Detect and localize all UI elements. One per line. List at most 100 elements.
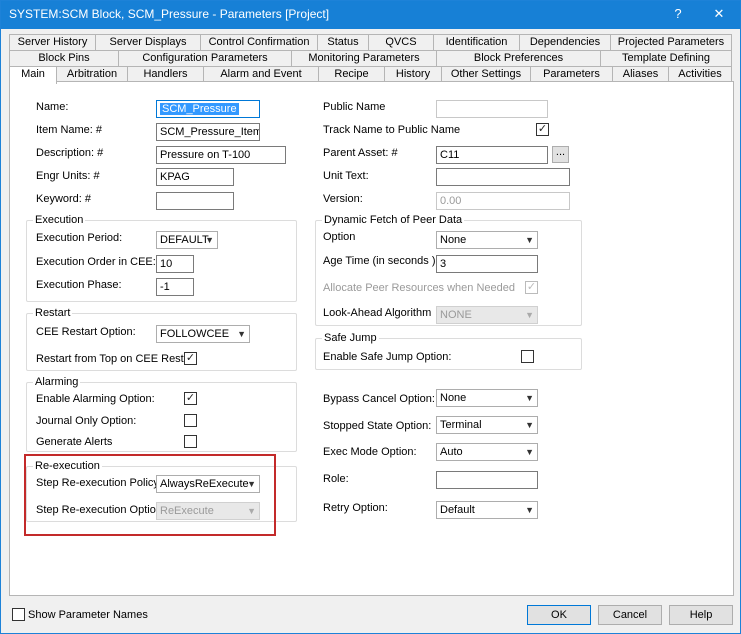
tab-row-1: Server History Server Displays Control C… bbox=[9, 34, 734, 50]
tab-arbitration[interactable]: Arbitration bbox=[56, 66, 128, 82]
tab-server-history[interactable]: Server History bbox=[9, 34, 96, 50]
tab-history[interactable]: History bbox=[384, 66, 442, 82]
restart-group-title: Restart bbox=[33, 307, 73, 319]
keyword-label: Keyword: # bbox=[36, 193, 92, 205]
tab-status[interactable]: Status bbox=[317, 34, 369, 50]
item-name-field[interactable]: SCM_Pressure_Item bbox=[156, 123, 260, 141]
chevron-down-icon: ▼ bbox=[205, 235, 214, 245]
cee-restart-value: FOLLOWCEE bbox=[160, 328, 230, 340]
title-bar: SYSTEM:SCM Block, SCM_Pressure - Paramet… bbox=[1, 1, 740, 29]
track-name-label: Track Name to Public Name bbox=[323, 124, 461, 136]
show-parameter-names-checkbox[interactable] bbox=[12, 608, 25, 621]
public-name-field[interactable] bbox=[436, 100, 548, 118]
close-icon[interactable]: ✕ bbox=[702, 3, 736, 25]
execution-period-value: DEFAULT bbox=[160, 234, 209, 246]
stopped-state-value: Terminal bbox=[440, 419, 482, 431]
tab-control-confirmation[interactable]: Control Confirmation bbox=[200, 34, 318, 50]
execution-phase-label: Execution Phase: bbox=[36, 279, 122, 291]
tab-server-displays[interactable]: Server Displays bbox=[95, 34, 201, 50]
execution-period-label: Execution Period: bbox=[36, 232, 123, 244]
parameters-dialog: SYSTEM:SCM Block, SCM_Pressure - Paramet… bbox=[0, 0, 741, 634]
lookahead-dropdown: NONE ▼ bbox=[436, 306, 538, 324]
keyword-field[interactable] bbox=[156, 192, 234, 210]
tab-handlers[interactable]: Handlers bbox=[127, 66, 204, 82]
chevron-down-icon: ▼ bbox=[237, 329, 246, 339]
tab-other-settings[interactable]: Other Settings bbox=[441, 66, 531, 82]
restart-from-top-checkbox[interactable]: ✓ bbox=[184, 352, 197, 365]
name-value: SCM_Pressure bbox=[160, 103, 239, 115]
retry-option-value: Default bbox=[440, 504, 475, 516]
role-label: Role: bbox=[323, 473, 349, 485]
name-field[interactable]: SCM_Pressure bbox=[156, 100, 260, 118]
stopped-state-dropdown[interactable]: Terminal ▼ bbox=[436, 416, 538, 434]
exec-mode-label: Exec Mode Option: bbox=[323, 446, 417, 458]
tab-aliases[interactable]: Aliases bbox=[612, 66, 669, 82]
execution-phase-field[interactable]: -1 bbox=[156, 278, 194, 296]
tab-template-defining[interactable]: Template Defining bbox=[600, 50, 732, 66]
help-button[interactable]: Help bbox=[669, 605, 733, 625]
description-label: Description: # bbox=[36, 147, 104, 159]
tab-monitoring-parameters[interactable]: Monitoring Parameters bbox=[291, 50, 437, 66]
safe-jump-group-title: Safe Jump bbox=[322, 332, 379, 344]
execution-period-dropdown[interactable]: DEFAULT ▼ bbox=[156, 231, 218, 249]
bypass-cancel-dropdown[interactable]: None ▼ bbox=[436, 389, 538, 407]
help-title-button[interactable]: ? bbox=[661, 3, 695, 25]
execution-order-field[interactable]: 10 bbox=[156, 255, 194, 273]
restart-from-top-label: Restart from Top on CEE Restart bbox=[36, 353, 197, 365]
tab-block-preferences[interactable]: Block Preferences bbox=[436, 50, 601, 66]
tab-projected-parameters[interactable]: Projected Parameters bbox=[610, 34, 732, 50]
generate-alerts-label: Generate Alerts bbox=[36, 436, 113, 448]
highlight-annotation bbox=[24, 454, 276, 536]
ok-button[interactable]: OK bbox=[527, 605, 591, 625]
description-field[interactable]: Pressure on T-100 bbox=[156, 146, 286, 164]
tab-row-3: Main Arbitration Handlers Alarm and Even… bbox=[9, 66, 734, 84]
show-parameter-names-label: Show Parameter Names bbox=[28, 609, 148, 621]
journal-only-label: Journal Only Option: bbox=[36, 415, 137, 427]
tab-alarm-and-event[interactable]: Alarm and Event bbox=[203, 66, 319, 82]
exec-mode-dropdown[interactable]: Auto ▼ bbox=[436, 443, 538, 461]
item-name-label: Item Name: # bbox=[36, 124, 103, 136]
safe-jump-checkbox[interactable] bbox=[521, 350, 534, 363]
lookahead-label: Look-Ahead Algorithm bbox=[323, 307, 432, 319]
journal-only-checkbox[interactable] bbox=[184, 414, 197, 427]
cancel-button[interactable]: Cancel bbox=[598, 605, 662, 625]
tab-main[interactable]: Main bbox=[9, 66, 57, 84]
parent-asset-label: Parent Asset: # bbox=[323, 147, 398, 159]
public-name-label: Public Name bbox=[323, 101, 386, 113]
name-label: Name: bbox=[36, 101, 69, 113]
tab-identification[interactable]: Identification bbox=[433, 34, 520, 50]
tab-configuration-parameters[interactable]: Configuration Parameters bbox=[118, 50, 292, 66]
cee-restart-dropdown[interactable]: FOLLOWCEE ▼ bbox=[156, 325, 250, 343]
parent-asset-browse-button[interactable]: ... bbox=[552, 146, 569, 163]
lookahead-value: NONE bbox=[440, 309, 472, 321]
age-time-field[interactable]: 3 bbox=[436, 255, 538, 273]
role-field[interactable] bbox=[436, 471, 538, 489]
tab-activities[interactable]: Activities bbox=[668, 66, 732, 82]
enable-alarming-label: Enable Alarming Option: bbox=[36, 393, 155, 405]
engr-units-field[interactable]: KPAG bbox=[156, 168, 234, 186]
generate-alerts-checkbox[interactable] bbox=[184, 435, 197, 448]
chevron-down-icon: ▼ bbox=[525, 420, 534, 430]
engr-units-label: Engr Units: # bbox=[36, 170, 100, 182]
parent-asset-field[interactable]: C11 bbox=[436, 146, 548, 164]
cee-restart-label: CEE Restart Option: bbox=[36, 326, 136, 338]
tab-block-pins[interactable]: Block Pins bbox=[9, 50, 119, 66]
execution-order-label: Execution Order in CEE: bbox=[36, 256, 156, 268]
peer-option-label: Option bbox=[323, 231, 356, 243]
peer-data-group-title: Dynamic Fetch of Peer Data bbox=[322, 214, 465, 226]
tab-qvcs[interactable]: QVCS bbox=[368, 34, 434, 50]
retry-option-dropdown[interactable]: Default ▼ bbox=[436, 501, 538, 519]
tab-recipe[interactable]: Recipe bbox=[318, 66, 385, 82]
tab-dependencies[interactable]: Dependencies bbox=[519, 34, 611, 50]
unit-text-field[interactable] bbox=[436, 168, 570, 186]
peer-option-dropdown[interactable]: None ▼ bbox=[436, 231, 538, 249]
enable-alarming-checkbox[interactable]: ✓ bbox=[184, 392, 197, 405]
chevron-down-icon: ▼ bbox=[525, 235, 534, 245]
chevron-down-icon: ▼ bbox=[525, 393, 534, 403]
tab-parameters[interactable]: Parameters bbox=[530, 66, 613, 82]
alarming-group-title: Alarming bbox=[33, 376, 81, 388]
allocate-peer-label: Allocate Peer Resources when Needed bbox=[323, 282, 516, 294]
track-name-checkbox[interactable]: ✓ bbox=[536, 123, 549, 136]
window-title: SYSTEM:SCM Block, SCM_Pressure - Paramet… bbox=[9, 7, 330, 21]
safe-jump-label: Enable Safe Jump Option: bbox=[323, 351, 452, 363]
